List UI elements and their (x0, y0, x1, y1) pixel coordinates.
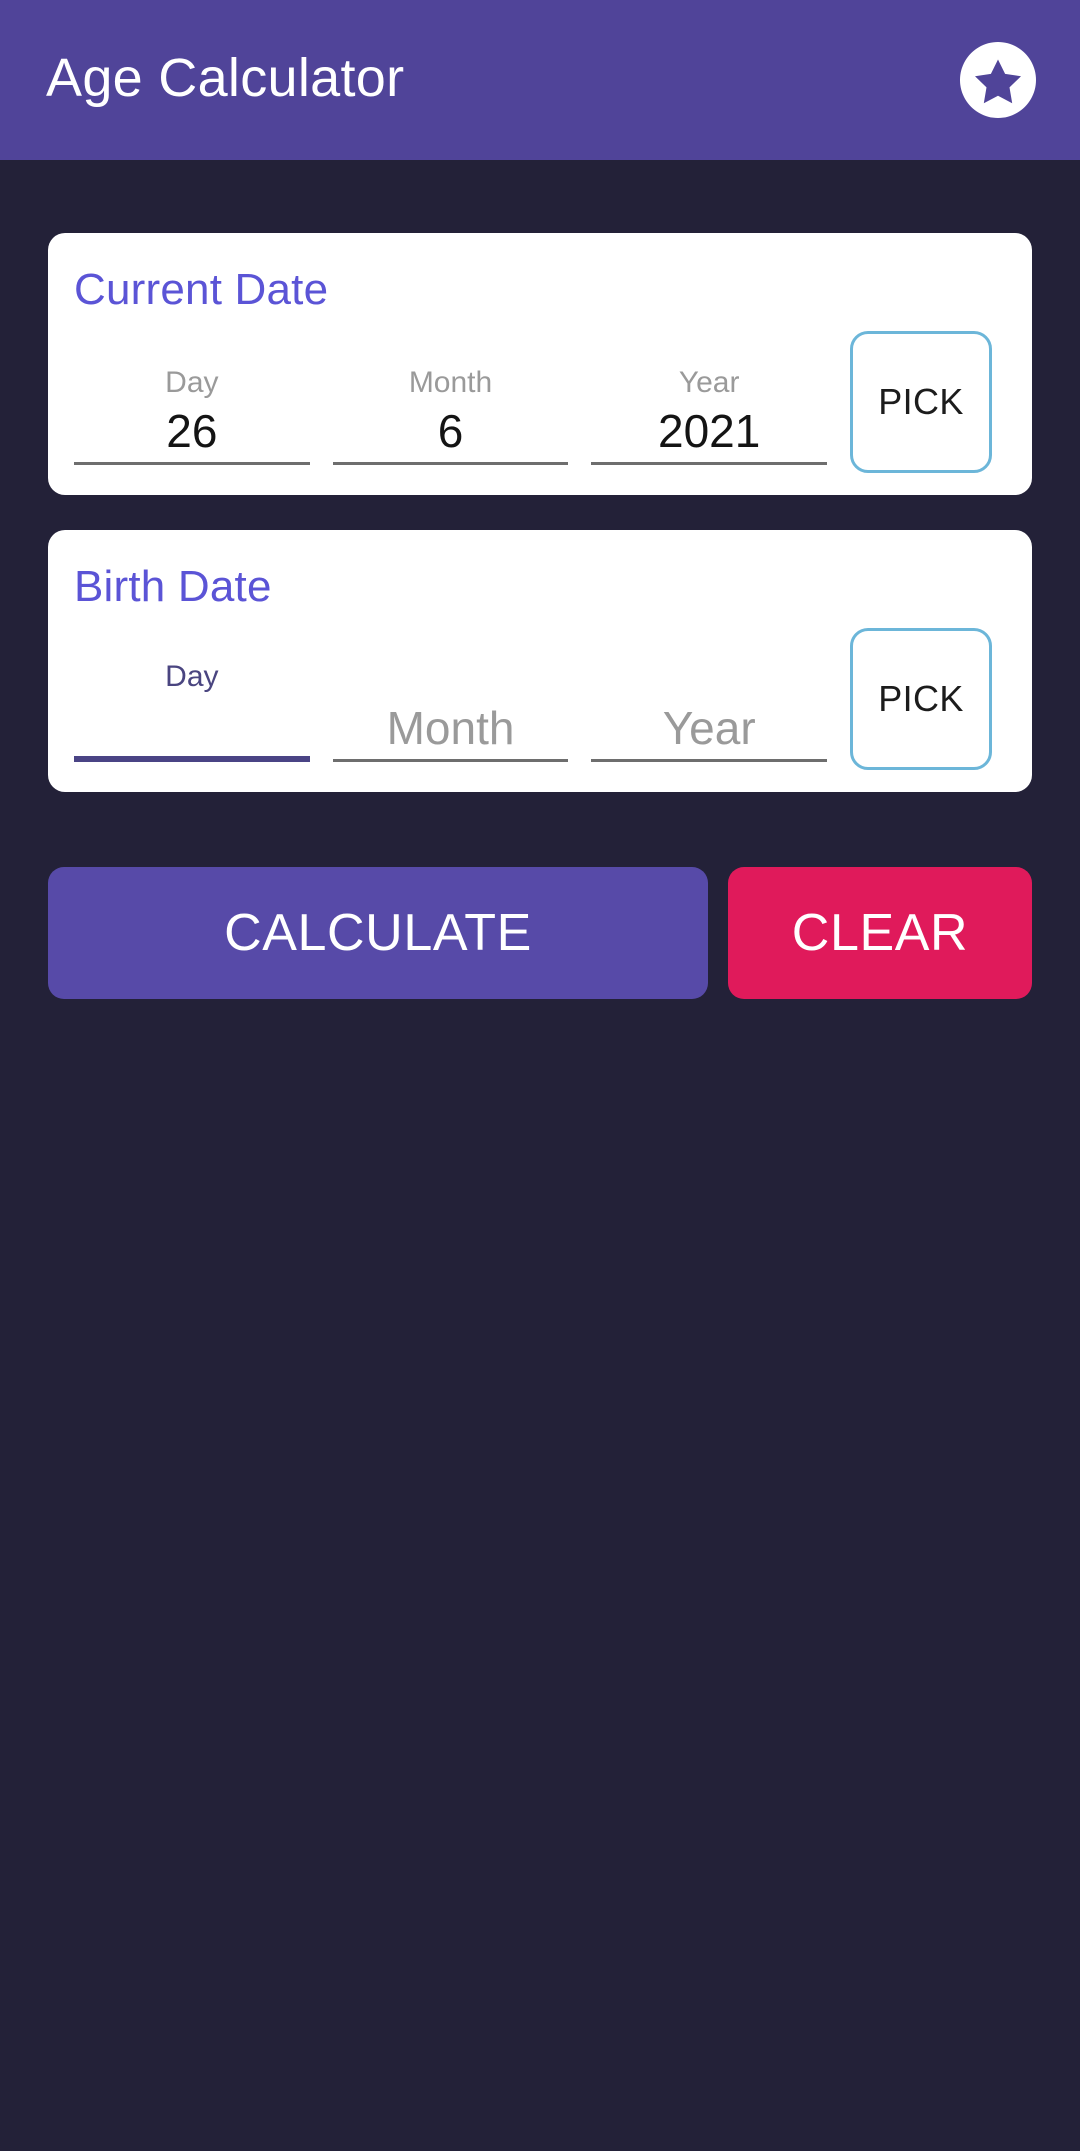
birth-date-day-underline (74, 756, 310, 763)
current-date-year-value[interactable]: 2021 (591, 404, 827, 462)
birth-date-month-field[interactable]: Month Month (332, 663, 569, 763)
current-date-card: Current Date Day 26 Month 6 Year 2021 PI… (48, 233, 1032, 496)
app-title: Age Calculator (46, 48, 405, 108)
current-date-year-underline (591, 462, 828, 466)
page-content: Current Date Day 26 Month 6 Year 2021 PI… (0, 160, 1080, 1000)
birth-date-day-value[interactable] (74, 698, 310, 756)
current-date-fields: Day 26 Month 6 Year 2021 PICK (74, 331, 993, 474)
current-date-month-value[interactable]: 6 (333, 404, 569, 462)
birth-date-title: Birth Date (74, 562, 272, 612)
birth-date-year-underline (591, 759, 828, 763)
clear-button[interactable]: CLEAR (728, 867, 1032, 1000)
current-date-day-label: Day (165, 366, 219, 400)
birth-date-day-field[interactable]: Day (74, 660, 310, 763)
birth-date-month-placeholder[interactable]: Month (333, 701, 569, 759)
action-buttons: CALCULATE CLEAR (48, 867, 1032, 1000)
current-date-month-underline (332, 462, 569, 466)
current-date-year-label: Year (678, 366, 740, 400)
current-date-title: Current Date (74, 265, 329, 314)
calculate-button[interactable]: CALCULATE (48, 867, 708, 1000)
birth-date-year-field[interactable]: Year Year (591, 663, 828, 763)
birth-date-fields: Day Month Month Year Year PICK (74, 628, 993, 771)
birth-date-month-underline (332, 759, 569, 763)
current-date-day-underline (74, 462, 310, 466)
birth-date-year-placeholder[interactable]: Year (591, 701, 827, 759)
current-date-year-field[interactable]: Year 2021 (591, 366, 828, 466)
app-bar: Age Calculator (0, 0, 1080, 160)
current-date-day-field[interactable]: Day 26 (74, 366, 310, 466)
birth-date-card: Birth Date Day Month Month Year Year PIC… (48, 530, 1032, 793)
current-date-pick-button[interactable]: PICK (850, 331, 993, 474)
current-date-day-value[interactable]: 26 (74, 404, 310, 462)
birth-date-day-label: Day (165, 660, 219, 694)
current-date-month-field[interactable]: Month 6 (332, 366, 569, 466)
birth-date-pick-button[interactable]: PICK (850, 628, 993, 771)
star-badge-icon[interactable] (960, 42, 1036, 118)
current-date-month-label: Month (408, 366, 493, 400)
